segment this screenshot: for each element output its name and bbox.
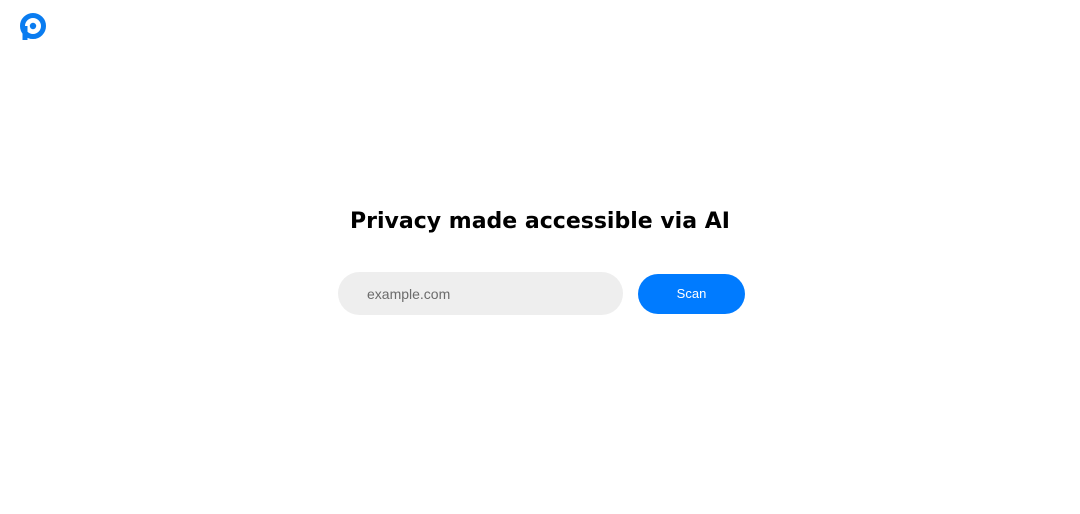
page-title: Privacy made accessible via AI [350,209,730,234]
p-logo-icon[interactable] [18,12,48,42]
url-input[interactable] [338,272,623,315]
scan-form: Scan [338,272,745,315]
page: Privacy made accessible via AI Scan [0,0,1080,514]
scan-button[interactable]: Scan [638,273,745,314]
hero-section: Privacy made accessible via AI [0,205,1080,239]
